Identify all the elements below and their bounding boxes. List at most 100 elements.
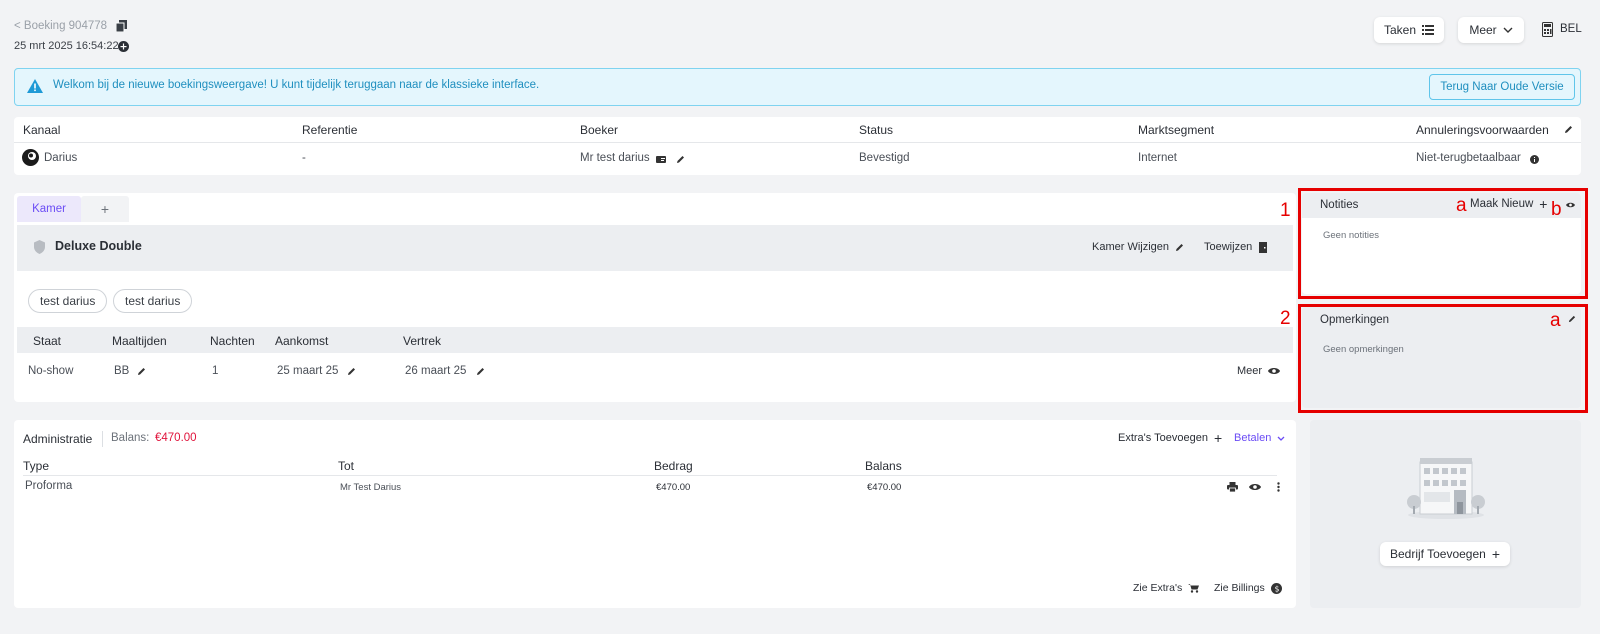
col-bedrag: Bedrag [654, 459, 693, 473]
room-card: Kamer + Deluxe Double Kamer Wijzigen Toe… [14, 193, 1296, 402]
room-name: Deluxe Double [55, 239, 142, 253]
room-table-header: Staat Maaltijden Nachten Aankomst Vertre… [17, 327, 1293, 353]
taken-button[interactable]: Taken [1374, 17, 1444, 43]
see-extras-button[interactable]: Zie Extra's [1133, 582, 1200, 594]
more-vertical-icon[interactable] [1277, 482, 1280, 492]
see-billings-label: Zie Billings [1214, 582, 1265, 594]
copy-icon[interactable] [116, 20, 127, 32]
coins-icon: $ [1270, 582, 1282, 594]
invoice-bedrag: €470.00 [656, 482, 691, 493]
annotation-label-a2: a [1550, 310, 1561, 331]
col-type: Type [23, 459, 50, 473]
marktsegment-value: Internet [1138, 152, 1177, 164]
building-illustration-icon [1406, 456, 1486, 520]
room-header: Deluxe Double Kamer Wijzigen Toewijzen [17, 225, 1293, 271]
chevron-down-icon [1277, 436, 1285, 441]
add-extras-button[interactable]: Extra's Toevoegen + [1118, 430, 1223, 446]
chevron-down-icon [1503, 27, 1513, 33]
kanaal-value: Darius [44, 152, 78, 164]
svg-text:$: $ [1274, 584, 1279, 593]
pencil-icon [1175, 243, 1184, 252]
row-maaltijden: BB [114, 365, 130, 377]
row-meer-label: Meer [1237, 365, 1263, 377]
pencil-icon[interactable] [1564, 125, 1573, 134]
pencil-icon[interactable] [676, 155, 685, 164]
see-extras-label: Zie Extra's [1133, 582, 1183, 594]
header-annuleringsvoorwaarden: Annuleringsvoorwaarden [1416, 123, 1549, 137]
eye-icon[interactable] [1249, 483, 1261, 491]
invoice-tot: Mr Test Darius [340, 482, 402, 493]
cart-icon [1188, 583, 1200, 593]
row-vertrek: 26 maart 25 [405, 365, 467, 377]
col-staat: Staat [33, 334, 62, 348]
pencil-icon[interactable] [347, 367, 356, 376]
row-nachten: 1 [212, 365, 219, 377]
row-staat: No-show [28, 365, 74, 377]
col-balans: Balans [865, 459, 902, 473]
taken-label: Taken [1383, 23, 1417, 37]
back-link[interactable]: < Boeking 904778 [14, 20, 107, 32]
meer-dropdown-button[interactable]: Meer [1458, 17, 1524, 43]
see-billings-button[interactable]: Zie Billings $ [1214, 582, 1282, 594]
annotation-box-2 [1298, 304, 1588, 413]
col-tot: Tot [338, 459, 355, 473]
invoice-type: Proforma [25, 480, 73, 492]
pay-dropdown-button[interactable]: Betalen [1234, 432, 1285, 444]
channel-logo-icon [22, 149, 39, 166]
plus-icon: + [1491, 546, 1501, 562]
col-maaltijden: Maaltijden [112, 334, 167, 348]
eye-icon [1268, 367, 1281, 375]
change-room-label: Kamer Wijzigen [1092, 241, 1170, 253]
company-panel: Bedrijf Toevoegen + [1310, 420, 1581, 608]
shield-icon [34, 240, 45, 254]
header-boeker: Boeker [580, 123, 619, 137]
info-banner: Welkom bij de nieuwe boekingsweergave! U… [14, 68, 1581, 106]
pencil-icon[interactable] [137, 367, 146, 376]
pencil-icon[interactable] [476, 367, 485, 376]
annulering-value: Niet-terugbetaalbaar [1416, 152, 1521, 164]
meer-label: Meer [1469, 23, 1497, 37]
guest-pill[interactable]: test darius [113, 289, 193, 313]
pay-label: Betalen [1234, 432, 1272, 444]
row-meer-button[interactable]: Meer [1237, 365, 1281, 377]
warning-icon [27, 79, 43, 93]
info-icon[interactable] [1530, 155, 1539, 164]
referentie-value: - [302, 152, 306, 164]
booking-info-card: Kanaal Referentie Boeker Status Marktseg… [14, 117, 1581, 175]
col-vertrek: Vertrek [403, 334, 442, 348]
id-card-icon[interactable] [656, 156, 666, 163]
assign-label: Toewijzen [1204, 241, 1253, 253]
header-marktsegment: Marktsegment [1138, 123, 1215, 137]
annotation-label-a1: a [1456, 195, 1467, 216]
balance-label: Balans: [111, 432, 150, 444]
annotation-box-1 [1298, 188, 1588, 299]
header-status: Status [859, 123, 894, 137]
header-kanaal: Kanaal [23, 123, 61, 137]
bel-label[interactable]: BEL [1560, 23, 1582, 35]
booking-datetime: 25 mrt 2025 16:54:22 [14, 40, 119, 52]
plus-icon: + [1213, 430, 1223, 446]
tab-add-room[interactable]: + [81, 196, 129, 222]
tab-kamer[interactable]: Kamer [17, 196, 81, 222]
list-icon [1422, 25, 1435, 35]
change-room-button[interactable]: Kamer Wijzigen [1092, 241, 1184, 253]
guest-pill[interactable]: test darius [28, 289, 108, 313]
col-aankomst: Aankomst [275, 334, 329, 348]
annotation-label-b1: b [1551, 199, 1562, 220]
annotation-label-2: 2 [1280, 308, 1291, 329]
add-extras-label: Extra's Toevoegen [1118, 432, 1208, 444]
banner-message: Welkom bij de nieuwe boekingsweergave! U… [53, 79, 540, 91]
add-company-label: Bedrijf Toevoegen [1389, 547, 1486, 561]
calculator-icon[interactable] [1542, 22, 1553, 37]
header-referentie: Referentie [302, 123, 358, 137]
old-version-button[interactable]: Terug Naar Oude Versie [1429, 74, 1575, 100]
add-company-button[interactable]: Bedrijf Toevoegen + [1380, 542, 1510, 566]
assign-button[interactable]: Toewijzen [1204, 241, 1268, 253]
printer-icon[interactable] [1227, 482, 1238, 492]
balance-value: €470.00 [155, 432, 197, 444]
door-icon [1259, 241, 1268, 253]
annotation-label-1: 1 [1280, 200, 1291, 221]
boeker-value: Mr test darius [580, 152, 650, 164]
add-circle-icon[interactable] [118, 41, 129, 52]
invoice-balans: €470.00 [867, 482, 902, 493]
